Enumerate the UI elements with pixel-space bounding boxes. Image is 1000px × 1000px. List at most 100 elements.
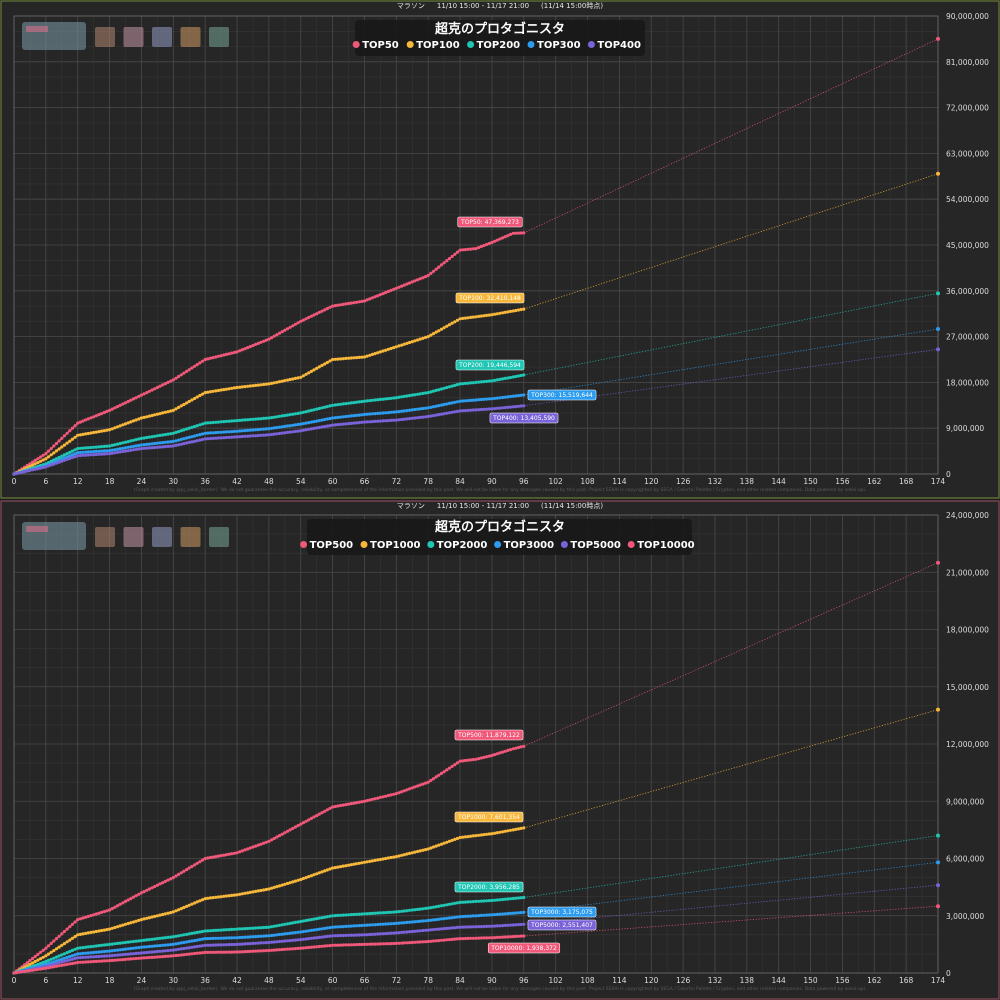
data-point [240,892,244,896]
data-point [402,394,406,398]
data-point [129,439,133,443]
value-label-top200: TOP200: 19,446,594 [458,362,521,369]
data-point [397,344,401,348]
data-point [397,910,401,914]
y-tick-label: 81,000,000 [946,58,989,67]
data-point [471,758,475,762]
data-point [288,430,292,434]
data-point [301,937,305,941]
data-point [139,443,143,447]
data-point [437,773,441,777]
data-point [129,940,133,944]
data-point [177,941,181,946]
data-point [171,439,175,443]
data-point [519,307,523,312]
projection-end-point [936,326,940,331]
data-point [450,916,454,920]
y-tick-label: 72,000,000 [946,104,989,113]
legend-label: TOP100 [416,40,460,51]
data-point [57,961,61,965]
data-point [41,948,45,952]
data-point [267,416,271,420]
data-point [187,399,191,404]
data-point [296,422,300,427]
data-point [293,938,297,942]
projection-end-point [936,171,940,176]
data-point [153,434,157,438]
data-point [100,910,104,915]
x-tick-label: 96 [519,976,529,985]
data-point [455,409,459,413]
data-point [195,395,199,399]
data-point [317,935,321,940]
data-point [163,440,167,444]
data-point [142,938,146,942]
data-point [113,451,117,455]
data-point [235,893,239,897]
data-point [431,405,436,409]
data-point [437,329,441,333]
value-label-top5000: TOP5000: 2,551,407 [530,922,593,929]
data-point [81,432,85,436]
value-label-top2000: TOP2000: 3,956,285 [457,884,520,891]
data-point [28,959,32,963]
data-point [44,452,48,456]
data-point [190,939,194,943]
data-point [60,445,64,449]
data-point [365,399,369,403]
data-point [158,433,162,437]
data-point [65,431,69,435]
data-point [365,354,369,358]
x-tick-label: 120 [644,976,659,985]
data-point [272,924,276,928]
y-tick-label: 9,000,000 [946,424,984,433]
data-point [503,829,507,833]
data-point [344,414,348,419]
data-point [442,402,446,407]
data-point [267,934,271,938]
data-point [41,453,45,457]
data-point [498,830,502,834]
x-tick-label: 138 [740,976,755,985]
data-point [81,946,85,950]
legend-label: TOP3000 [504,540,555,551]
data-point [373,858,377,863]
x-tick-label: 12 [73,477,83,486]
x-tick-label: 168 [899,976,914,985]
data-point [312,420,316,424]
data-point [187,932,191,936]
data-point [421,848,425,852]
data-point [288,413,292,417]
data-point [267,433,271,437]
x-tick-label: 48 [264,976,274,985]
data-point [418,337,422,341]
data-point [437,939,441,943]
x-tick-label: 78 [423,477,433,486]
data-point [41,955,45,959]
data-point [293,412,297,416]
data-point [447,323,451,327]
data-point [12,472,16,476]
data-point [52,939,56,943]
data-point [450,902,454,906]
y-tick-label: 90,000,000 [946,12,989,21]
data-point [129,946,133,951]
projection-end-point [936,36,940,41]
data-point [110,451,114,455]
data-point [142,917,146,921]
data-point [421,415,425,419]
data-point [33,959,37,964]
data-point [408,393,412,398]
data-point [384,794,388,798]
data-point [508,748,513,752]
data-point [461,759,465,763]
data-point [134,447,138,451]
data-point [349,414,353,418]
data-point [455,318,459,322]
data-point [360,800,364,804]
data-point [118,902,122,906]
data-point [28,468,32,472]
x-tick-label: 84 [455,477,465,486]
data-point [293,931,297,935]
data-point [118,441,122,446]
